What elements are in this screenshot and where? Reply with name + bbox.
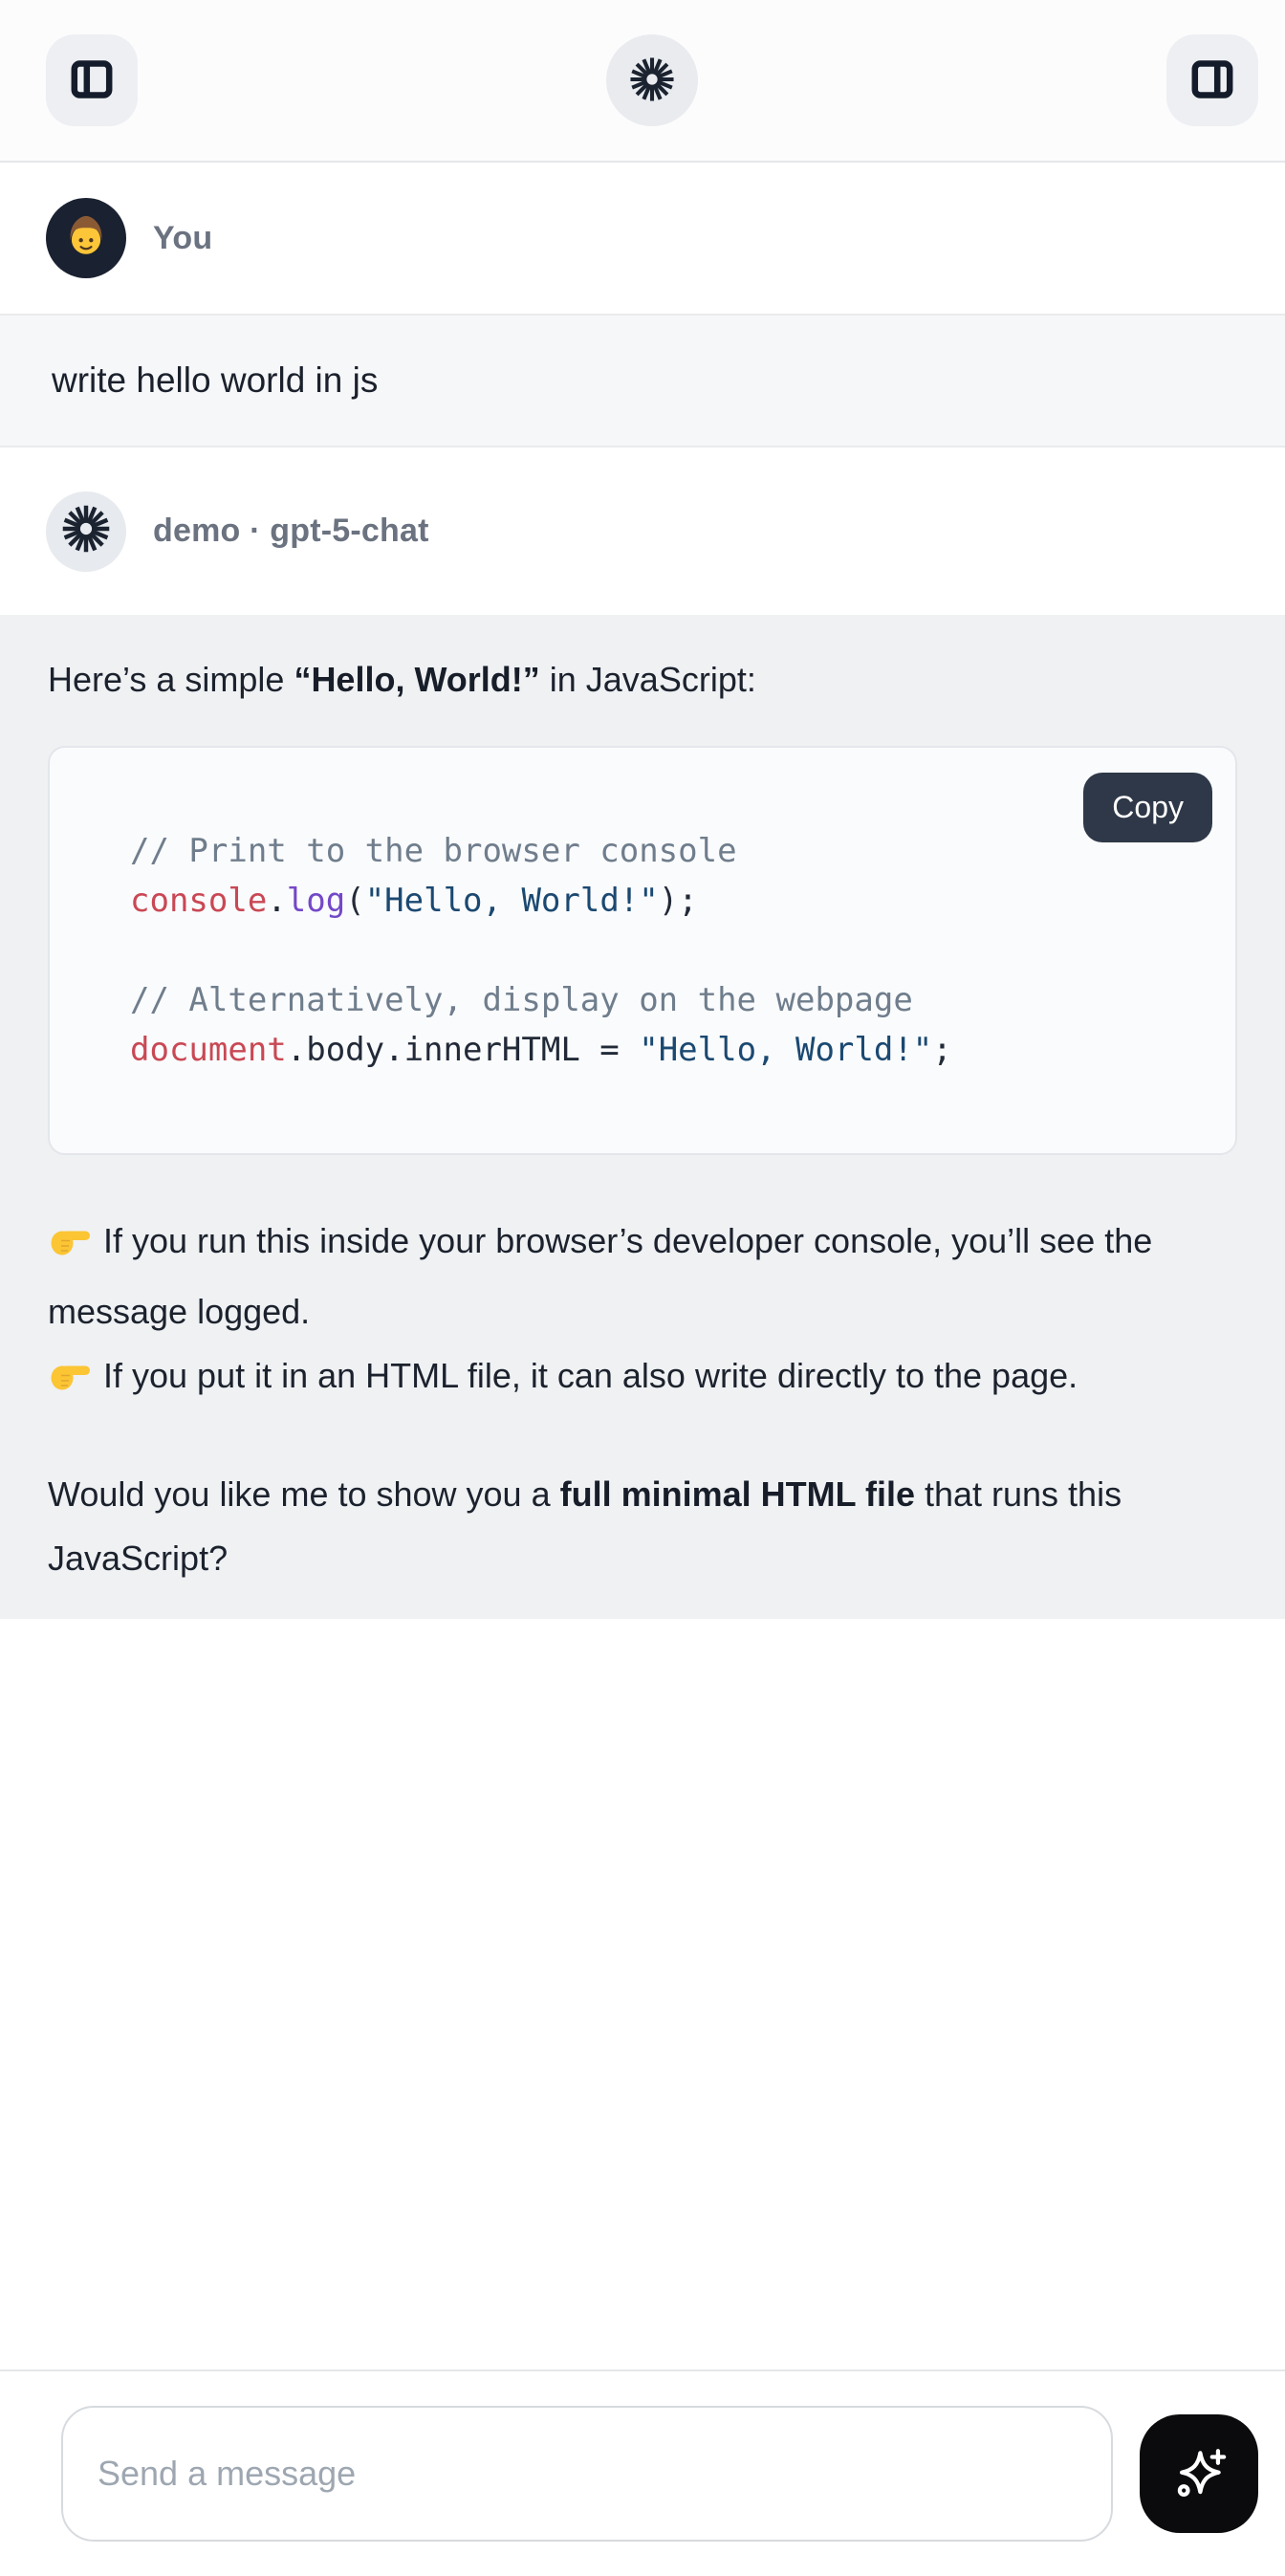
assistant-avatar — [46, 491, 126, 572]
assistant-paragraph-2: If you put it in an HTML file, it can al… — [48, 1343, 1237, 1414]
user-message-header: You — [0, 163, 1285, 314]
sidebar-toggle-button[interactable] — [46, 34, 138, 126]
composer-bar — [0, 2369, 1285, 2576]
person-emoji-avatar — [58, 208, 114, 269]
empty-scroll-area — [0, 1619, 1285, 2369]
assistant-message: Here’s a simple “Hello, World!” in JavaS… — [0, 615, 1285, 1619]
user-message: write hello world in js — [0, 314, 1285, 448]
top-bar — [0, 0, 1285, 163]
starburst-logo-icon — [627, 55, 677, 107]
copy-code-button[interactable]: Copy — [1083, 773, 1212, 842]
assistant-intro-text: Here’s a simple “Hello, World!” in JavaS… — [48, 647, 1237, 711]
starburst-avatar — [59, 502, 113, 560]
pointing-right-emoji-icon — [48, 1215, 92, 1279]
assistant-paragraph-1: If you run this inside your browser’s de… — [48, 1209, 1237, 1343]
panel-right-icon — [1187, 55, 1237, 107]
brand-button[interactable] — [606, 34, 698, 126]
user-avatar — [46, 198, 126, 278]
user-message-text: write hello world in js — [52, 360, 378, 400]
message-input[interactable] — [61, 2406, 1113, 2542]
code-content: // Print to the browser consoleconsole.l… — [130, 826, 1197, 1075]
panel-toggle-button[interactable] — [1166, 34, 1258, 126]
user-author-name: You — [153, 220, 212, 257]
assistant-paragraph-3: Would you like me to show you a full min… — [48, 1462, 1237, 1590]
pointing-right-emoji-icon — [48, 1350, 92, 1414]
sparkle-icon — [1167, 2441, 1231, 2507]
code-block: Copy // Print to the browser consolecons… — [48, 746, 1237, 1155]
assistant-message-header: demo · gpt-5-chat — [0, 448, 1285, 615]
send-button[interactable] — [1140, 2414, 1258, 2533]
chat-app: You write hello world in js demo · gpt-5… — [0, 0, 1285, 2576]
assistant-author-name: demo · gpt-5-chat — [153, 513, 429, 550]
panel-left-icon — [67, 55, 117, 107]
